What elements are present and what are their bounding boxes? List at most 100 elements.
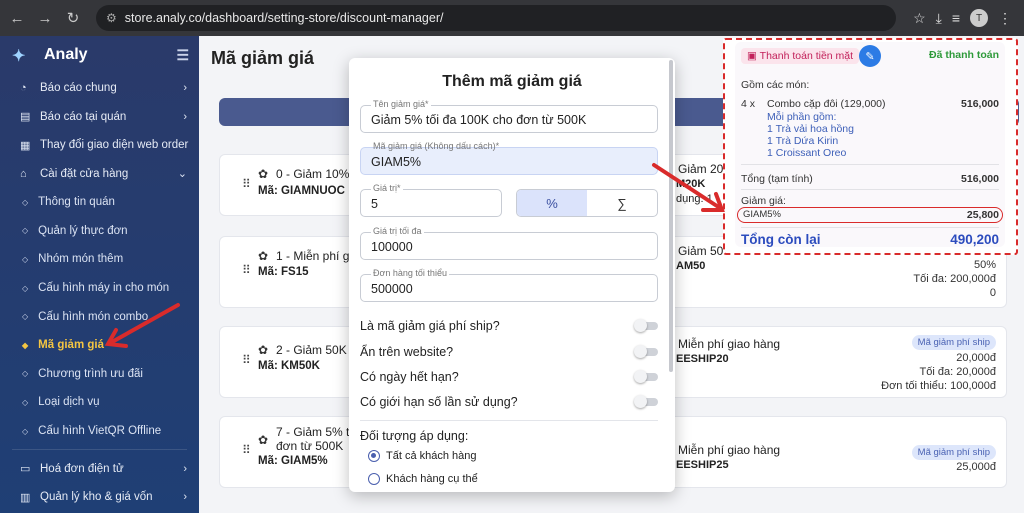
browser-toolbar: ← → ↻ ⚙ store.analy.co/dashboard/setting… [0, 0, 1024, 36]
discount-max: Tối đa: 20,000đ [919, 366, 996, 378]
drag-handle-icon[interactable]: ⠿ [242, 443, 251, 457]
limit-toggle[interactable] [634, 395, 658, 408]
discount-value: 20,000đ [956, 352, 996, 364]
diamond-icon: ◇ [22, 283, 29, 293]
sidebar-sub-promotions[interactable]: ◇ Chương trình ưu đãi [0, 360, 199, 389]
forward-icon[interactable]: → [34, 7, 56, 29]
chevron-right-icon: › [183, 110, 187, 123]
avatar[interactable]: T [970, 9, 988, 27]
site-settings-icon[interactable]: ⚙ [106, 11, 117, 25]
sidebar-sub-addon-groups[interactable]: ◇ Nhóm món thêm [0, 245, 199, 274]
remaining-label: Tổng còn lại [741, 232, 821, 247]
min-order-field[interactable]: Đơn hàng tối thiểu 500000 [360, 268, 658, 302]
modal-scrollbar[interactable] [669, 60, 673, 372]
sidebar-sub-menu[interactable]: ◇ Quản lý thực đơn [0, 217, 199, 246]
drag-handle-icon[interactable]: ⠿ [242, 177, 251, 191]
sidebar-sub-label: Cấu hình món combo [38, 310, 149, 323]
download-icon[interactable]: ⤓ [936, 10, 942, 27]
logo-icon: ✦ [12, 48, 26, 65]
percent-icon: ✿ [258, 167, 269, 181]
sum-option[interactable]: ∑ [587, 190, 657, 216]
percent-option[interactable]: % [517, 190, 587, 216]
field-label: Mã giảm giá (Không dấu cách)* [373, 141, 500, 151]
sidebar-sub-label: Cấu hình VietQR Offline [38, 425, 162, 438]
sidebar-item-web-order-ui[interactable]: ▦ Thay đổi giao diện web order [0, 131, 199, 160]
sidebar-item-general-report[interactable]: ◔ Báo cáo chung › [0, 74, 199, 103]
expiry-toggle[interactable] [634, 370, 658, 383]
field-label: Tên giảm giá* [371, 99, 431, 109]
discount-amount: 25,800 [966, 209, 999, 221]
sidebar-sub-label: Chương trình ưu đãi [38, 367, 143, 380]
hidden-toggle[interactable] [634, 345, 658, 358]
back-icon[interactable]: ← [6, 7, 28, 29]
item-name: Combo cặp đôi (129,000) [767, 98, 886, 110]
includes-label: Gồm các món: [741, 79, 810, 91]
sidebar-sub-printer[interactable]: ◇ Cấu hình máy in cho món [0, 274, 199, 303]
item-qty: 4 x [741, 98, 756, 110]
payment-method-label: Thanh toán tiền mặt [759, 50, 854, 62]
invoice-icon: ▭ [20, 463, 31, 476]
sidebar-item-store-settings[interactable]: ⌂ Cài đặt cửa hàng ⌄ [0, 160, 199, 189]
sidebar-sub-label: Nhóm món thêm [38, 253, 124, 266]
sidebar-sub-discount[interactable]: ◆ Mã giảm giá [0, 331, 199, 360]
discount-value: 25,000đ [956, 461, 996, 473]
field-value: GIAM5% [371, 155, 422, 169]
discount-code-field[interactable]: Mã giảm giá (Không dấu cách)* GIAM5% [360, 141, 658, 175]
collapse-menu-icon[interactable]: ☰ [176, 47, 189, 64]
sidebar-sub-store-info[interactable]: ◇ Thông tin quán [0, 188, 199, 217]
chevron-right-icon: › [183, 82, 187, 95]
discount-min: 0 [989, 287, 996, 299]
cash-icon: ▣ [747, 50, 760, 62]
divider [741, 189, 999, 190]
sidebar-item-label: Báo cáo tại quán [40, 110, 127, 123]
radio-all-customers[interactable]: Tất cả khách hàng [368, 450, 477, 462]
sidebar-item-label: Thay đổi giao diện web order [40, 139, 189, 152]
drag-handle-icon[interactable]: ⠿ [242, 353, 251, 367]
diamond-icon: ◇ [22, 426, 29, 436]
discount-code: GIAM5% [743, 209, 782, 220]
discount-label: Giảm giá: [741, 195, 786, 207]
toggle-row-expiry: Có ngày hết hạn? [360, 367, 658, 387]
discount-name-field[interactable]: Tên giảm giá* Giảm 5% tối đa 100K cho đơ… [360, 99, 658, 133]
percent-icon: ✿ [258, 343, 269, 357]
toggle-label: Có giới hạn số lần sử dụng? [360, 395, 518, 409]
discount-code: Mã: FS15 [258, 266, 309, 278]
sidebar-item-warehouse[interactable]: ▥ Quản lý kho & giá vốn › [0, 483, 199, 512]
max-value-field[interactable]: Giá trị tối đa 100000 [360, 226, 658, 260]
radio-specific-customers[interactable]: Khách hàng cụ thể [368, 473, 478, 485]
receipt-card: ▣ Thanh toán tiền mặt ✎ Đã thanh toán Gồ… [735, 42, 1005, 247]
url-text: store.analy.co/dashboard/setting-store/d… [124, 11, 444, 25]
drag-handle-icon[interactable]: ⠿ [242, 263, 251, 277]
discount-value-field[interactable]: Giá trị* 5 [360, 183, 502, 217]
chart-icon: ◔ [20, 82, 27, 95]
ship-toggle[interactable] [634, 319, 658, 332]
reload-icon[interactable]: ↻ [62, 7, 84, 29]
sidebar-sub-combo[interactable]: ◇ Cấu hình món combo [0, 302, 199, 331]
sidebar-item-store-report[interactable]: ▤ Báo cáo tại quán › [0, 103, 199, 132]
discount-min: Đơn tối thiểu: 100,000đ [881, 380, 996, 392]
discount-code: M20K [676, 178, 706, 190]
field-label: Giá trị* [371, 183, 403, 193]
discount-card[interactable]: Miễn phí giao hàng EESHIP20 Mã giảm phí … [617, 326, 1007, 398]
sidebar-divider [12, 449, 187, 451]
sidebar-item-einvoice[interactable]: ▭ Hoá đơn điện tử › [0, 454, 199, 483]
sidebar-item-label: Cài đặt cửa hàng [40, 167, 129, 180]
discount-name: Miễn phí giao hàng [678, 443, 781, 457]
radio-icon [368, 473, 380, 485]
kebab-menu-icon[interactable]: ⋮ [998, 10, 1012, 27]
media-icon[interactable]: ≡ [952, 10, 960, 26]
discount-card[interactable]: Miễn phí giao hàng EESHIP25 Mã giảm phí … [617, 416, 1007, 488]
sidebar-sub-vietqr[interactable]: ◇ Cấu hình VietQR Offline [0, 417, 199, 446]
discount-name: Giảm 20 [678, 162, 724, 176]
value-type-toggle: % ∑ [516, 189, 658, 217]
discount-code: EESHIP20 [676, 353, 729, 365]
brand[interactable]: ✦ Analy ☰ [0, 36, 199, 74]
address-bar[interactable]: ⚙ store.analy.co/dashboard/setting-store… [96, 5, 896, 31]
sidebar-sub-service-types[interactable]: ◇ Loại dịch vụ [0, 388, 199, 417]
edit-icon[interactable]: ✎ [859, 45, 881, 67]
field-label: Đơn hàng tối thiểu [371, 268, 449, 278]
payment-method-badge: ▣ Thanh toán tiền mặt [741, 48, 860, 64]
divider [360, 420, 658, 421]
discount-code: EESHIP25 [676, 459, 729, 471]
bookmark-icon[interactable]: ☆ [913, 10, 926, 27]
